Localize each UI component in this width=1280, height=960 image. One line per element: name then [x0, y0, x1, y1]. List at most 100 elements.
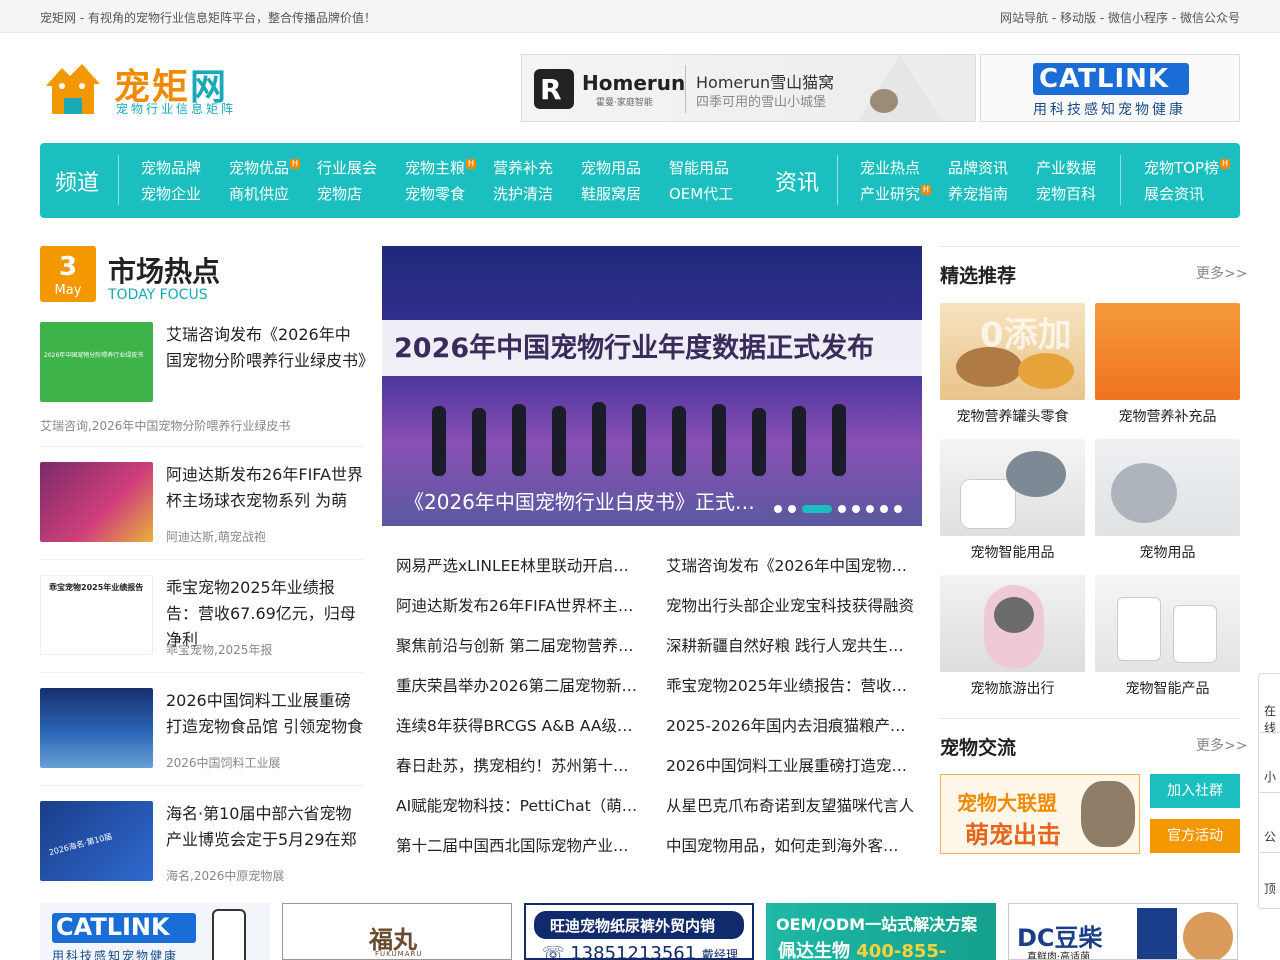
nav-oem[interactable]: OEM代工 [669, 183, 733, 204]
featured-image[interactable] [1095, 575, 1240, 672]
site-logo[interactable]: 宠矩网 宠物行业信息矩阵 [40, 58, 240, 120]
slider-dot[interactable] [788, 504, 796, 513]
official-activity-button[interactable]: 官方活动 [1150, 819, 1240, 853]
slider-dot[interactable] [838, 504, 846, 513]
catlink-ad-banner[interactable]: CATLINK 用科技感知宠物健康 [980, 54, 1240, 122]
join-community-button[interactable]: 加入社群 [1150, 774, 1240, 808]
feeder-image [1173, 605, 1217, 663]
featured-label[interactable]: 宠物用品 [1095, 542, 1240, 562]
slider-dot[interactable] [894, 504, 902, 513]
nav-pet-store[interactable]: 宠物店 [317, 183, 362, 204]
featured-label[interactable]: 宠物旅游出行 [940, 678, 1085, 698]
nav-business-supply[interactable]: 商机供应 [229, 183, 289, 204]
market-item[interactable]: 乖宝宠物2025年业绩报告 乖宝宠物2025年业绩报告：营收67.69亿元，归母… [40, 575, 363, 673]
news-link[interactable]: AI赋能宠物科技：PettiChat（萌宠聊） [396, 794, 644, 816]
slider-banner-text: 2026年中国宠物行业年度数据正式发布 [394, 333, 875, 364]
news-link[interactable]: 宠物出行头部企业宠宝科技获得融资 [666, 594, 914, 616]
nav-nutrition[interactable]: 营养补充 [493, 157, 553, 178]
nav-data[interactable]: 产业数据 [1036, 157, 1096, 178]
nav-expo[interactable]: 行业展会 [317, 157, 377, 178]
news-link[interactable]: 连续8年获得BRCGS A&B AA级认证 [396, 714, 644, 736]
market-item-title[interactable]: 艾瑞咨询发布《2026年中国宠物分阶喂养行业绿皮书》 [166, 322, 374, 374]
nav-smart[interactable]: 智能用品 [669, 157, 729, 178]
side-back-to-top[interactable]: 顶 [1264, 880, 1280, 897]
wangdi-title: 旺迪宠物纸尿裤外贸内销 [550, 917, 716, 935]
hero-slider[interactable]: 2026年中国宠物行业年度数据正式发布 《2026年中国宠物行业白皮书》正式发布 [382, 246, 922, 526]
news-link[interactable]: 2025-2026年国内去泪痕猫粮产品测评 [666, 714, 914, 736]
market-item-title[interactable]: 海名·第10届中部六省宠物产业博览会定于5月29在郑 [166, 801, 366, 853]
can-image [956, 347, 1022, 387]
mobile-link[interactable]: 移动版 [1060, 11, 1096, 25]
news-link[interactable]: 2026中国饲料工业展重磅打造宠物食品 [666, 754, 914, 776]
nav-brand-news[interactable]: 品牌资讯 [948, 157, 1008, 178]
nav-pet-company[interactable]: 宠物企业 [141, 183, 201, 204]
nav-hot-topics[interactable]: 宠业热点 [860, 157, 920, 178]
featured-label[interactable]: 宠物营养罐头零食 [940, 406, 1085, 426]
nav-research[interactable]: 产业研究 H [860, 183, 932, 204]
market-item[interactable]: 2026年中国宠物分阶喂养行业绿皮书 艾瑞咨询发布《2026年中国宠物分阶喂养行… [40, 322, 374, 447]
featured-image[interactable] [940, 575, 1085, 672]
nav-expo-news[interactable]: 展会资讯 [1144, 183, 1204, 204]
oem-bottom-ad[interactable]: OEM/ODM一站式解决方案 佩达生物 400-855-2616 [766, 903, 996, 960]
market-item[interactable]: 2026海名·第10届 海名·第10届中部六省宠物产业博览会定于5月29在郑 海… [40, 801, 363, 885]
side-miniprogram[interactable]: 小 [1264, 768, 1280, 785]
news-link[interactable]: 重庆荣昌举办2026第二届宠物新质生产 [396, 674, 644, 696]
nav-channel-label: 频道 [55, 171, 100, 196]
slider-dot[interactable] [880, 504, 888, 513]
miniprogram-link[interactable]: 微信小程序 [1108, 11, 1168, 25]
nav-guide[interactable]: 养宠指南 [948, 183, 1008, 204]
slider-dot[interactable] [852, 504, 860, 513]
dog-image [1183, 912, 1233, 959]
exchange-more-link[interactable]: 更多>> [1196, 735, 1247, 755]
nav-clothing[interactable]: 鞋服窝居 [581, 183, 641, 204]
news-link[interactable]: 从星巴克爪布奇诺到友望猫咪代言人 [666, 794, 914, 816]
market-item[interactable]: 阿迪达斯发布26年FIFA世界杯主场球衣宠物系列 为萌 阿迪达斯,萌宠战袍 [40, 462, 363, 560]
nav-top-list[interactable]: 宠物TOP榜 H [1144, 157, 1231, 178]
side-online-service[interactable]: 在线 [1264, 702, 1280, 736]
featured-more-link[interactable]: 更多>> [1196, 263, 1247, 283]
news-link[interactable]: 聚焦前沿与创新 第二届宠物营养大会 [396, 634, 644, 656]
featured-label[interactable]: 宠物智能产品 [1095, 678, 1240, 698]
nav-pet-brand[interactable]: 宠物品牌 [141, 157, 201, 178]
wechat-link[interactable]: 微信公众号 [1180, 11, 1240, 25]
news-link[interactable]: 艾瑞咨询发布《2026年中国宠物分阶喂养 [666, 554, 914, 576]
featured-label[interactable]: 宠物营养补充品 [1095, 406, 1240, 426]
oem-company: 佩达生物 400-855-2616 [778, 941, 947, 960]
nav-pet-products[interactable]: 宠物优品 H [229, 157, 301, 178]
featured-label[interactable]: 宠物智能用品 [940, 542, 1085, 562]
news-link[interactable]: 春日赴苏，携宠相约！苏州第十届宠物 [396, 754, 644, 776]
wangdi-bottom-ad[interactable]: 旺迪宠物纸尿裤外贸内销 ☏ 13851213561 戴经理 [524, 903, 754, 960]
side-official-account[interactable]: 公 [1264, 828, 1280, 845]
news-link[interactable]: 乖宝宠物2025年业绩报告：营收67.69 [666, 674, 914, 696]
site-nav-link[interactable]: 网站导航 [1000, 11, 1048, 25]
nav-main-food[interactable]: 宠物主粮 H [405, 157, 477, 178]
catlink-bottom-ad[interactable]: CATLINK 用科技感知宠物健康 [40, 903, 270, 960]
fountain-image [960, 479, 1016, 529]
news-link[interactable]: 网易严选xLINLEE林里联动开启新品 [396, 554, 644, 576]
market-item-tags: 艾瑞咨询,2026年中国宠物分阶喂养行业绿皮书 [40, 419, 291, 433]
news-link[interactable]: 中国宠物用品，如何走到海外客户手中 [666, 834, 914, 856]
slider-dot-active[interactable] [802, 504, 832, 513]
featured-image[interactable] [940, 439, 1085, 536]
slider-dot[interactable] [774, 504, 782, 513]
nav-wiki[interactable]: 宠物百科 [1036, 183, 1096, 204]
featured-image[interactable] [1095, 303, 1240, 400]
fuwan-bottom-ad[interactable]: 福丸 FUKUMARU [282, 903, 512, 960]
news-link[interactable]: 第十二届中国西北国际宠物产业博览会 [396, 834, 644, 856]
slider-dot[interactable] [866, 504, 874, 513]
homerun-ad-banner[interactable]: R Homerun 霍曼·家庭智能 Homerun雪山猫窝 四季可用的雪山小城堡 [521, 54, 976, 122]
market-item-title[interactable]: 2026中国饲料工业展重磅打造宠物食品馆 引领宠物食 [166, 688, 366, 740]
dc-bottom-ad[interactable]: DC豆柴 真鲜肉·高适菌 [1008, 903, 1238, 960]
featured-image[interactable] [1095, 439, 1240, 536]
news-link[interactable]: 深耕新疆自然好粮 践行人宠共生理念 [666, 634, 914, 656]
nav-grooming[interactable]: 洗护清洁 [493, 183, 553, 204]
nav-supplies[interactable]: 宠物用品 [581, 157, 641, 178]
slider-caption[interactable]: 《2026年中国宠物行业白皮书》正式发布 [404, 486, 764, 515]
market-thumb: 2026海名·第10届 [40, 801, 153, 881]
nav-snacks[interactable]: 宠物零食 [405, 183, 465, 204]
pet-alliance-banner[interactable]: 宠物大联盟 萌宠出击 [940, 774, 1140, 854]
market-item-title[interactable]: 阿迪达斯发布26年FIFA世界杯主场球衣宠物系列 为萌 [166, 462, 366, 514]
news-link[interactable]: 阿迪达斯发布26年FIFA世界杯主场球衣 [396, 594, 644, 616]
featured-image[interactable]: 0添加 [940, 303, 1085, 400]
market-item[interactable]: 2026中国饲料工业展重磅打造宠物食品馆 引领宠物食 2026中国饲料工业展 [40, 688, 363, 786]
